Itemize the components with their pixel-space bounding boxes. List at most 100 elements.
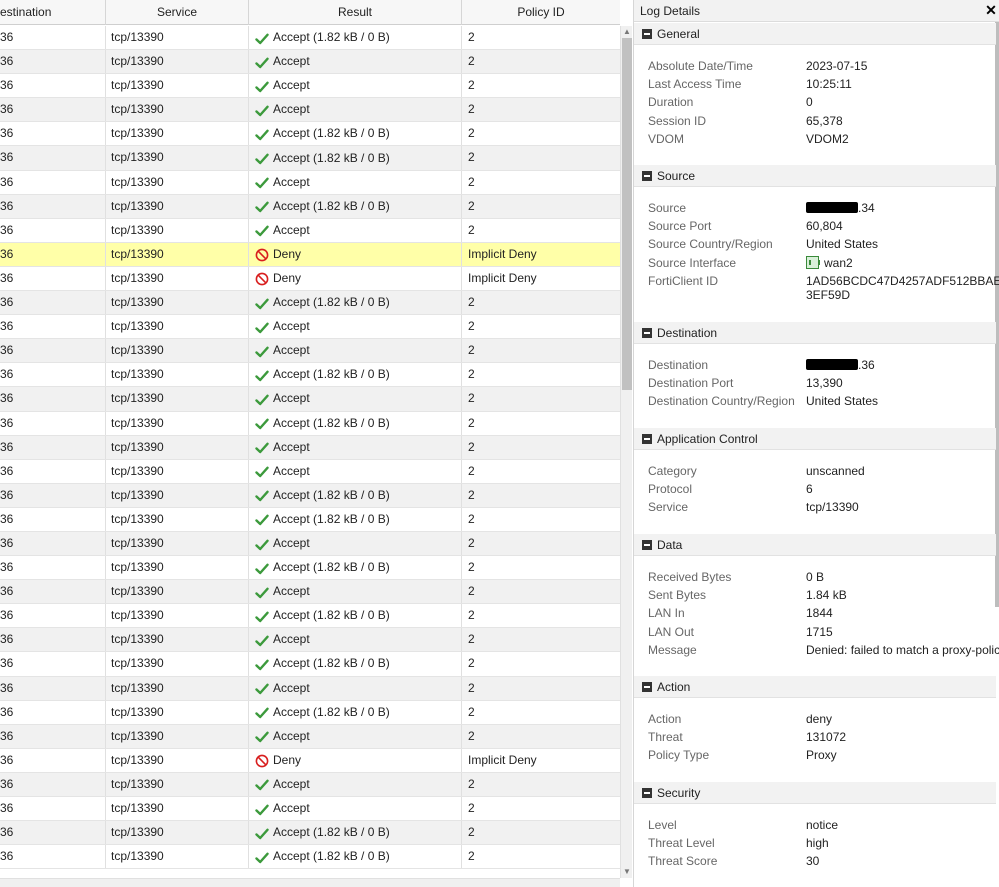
cell-service: tcp/13390: [106, 339, 249, 363]
section-header-destination[interactable]: Destination: [634, 322, 996, 344]
detail-value: United States: [806, 394, 879, 409]
column-header-destination[interactable]: estination: [0, 0, 106, 25]
collapse-icon[interactable]: [642, 171, 652, 181]
collapse-icon[interactable]: [642, 328, 652, 338]
cell-policy-id: Implicit Deny: [468, 270, 537, 285]
table-row[interactable]: 36 tcp/13390 Deny Implicit Deny: [0, 266, 620, 292]
section-header-application-control[interactable]: Application Control: [634, 428, 996, 450]
detail-row: Protocol 6: [634, 480, 996, 498]
collapse-icon[interactable]: [642, 434, 652, 444]
table-row[interactable]: 36 tcp/13390 Accept 2: [0, 724, 620, 749]
forticlient-id-line-1: 1AD56BCDC47D4257ADF512BBAE: [806, 273, 999, 288]
table-row[interactable]: 36 tcp/13390 Accept (1.82 kB / 0 B) 2: [0, 604, 620, 629]
table-row[interactable]: 36 tcp/13390 Accept (1.82 kB / 0 B) 2: [0, 652, 620, 677]
result-text: Accept (1.82 kB / 0 B): [273, 198, 390, 213]
result-text: Accept (1.82 kB / 0 B): [273, 367, 390, 382]
table-row[interactable]: 36 tcp/13390 Accept 2: [0, 74, 620, 99]
column-header-policy-id[interactable]: Policy ID: [462, 0, 620, 25]
detail-key: Threat: [648, 730, 683, 745]
scrollbar-thumb[interactable]: [622, 38, 632, 390]
close-icon[interactable]: ✕: [984, 2, 998, 18]
collapse-icon[interactable]: [642, 29, 652, 39]
table-row[interactable]: 36 tcp/13390 Accept 2: [0, 218, 620, 243]
cell-policy-id: 2: [468, 632, 475, 647]
cell-result: Accept (1.82 kB / 0 B): [249, 507, 462, 531]
table-vertical-scrollbar[interactable]: ▲ ▼: [620, 26, 632, 878]
cell-destination: 36: [0, 74, 106, 98]
table-row[interactable]: 36 tcp/13390 Accept 2: [0, 531, 620, 557]
table-row[interactable]: 36 tcp/13390 Accept 2: [0, 435, 620, 460]
table-row[interactable]: 36 tcp/13390 Accept (1.82 kB / 0 B) 2: [0, 821, 620, 846]
table-row[interactable]: 36 tcp/13390 Accept (1.82 kB / 0 B) 2: [0, 700, 620, 725]
result-text: Accept: [273, 54, 310, 69]
column-header-result[interactable]: Result: [249, 0, 462, 25]
table-row[interactable]: 36 tcp/13390 Accept (1.82 kB / 0 B) 2: [0, 556, 620, 581]
cell-service: tcp/13390: [106, 628, 249, 652]
table-row[interactable]: 36 tcp/13390 Accept (1.82 kB / 0 B) 2: [0, 411, 620, 436]
table-row[interactable]: 36 tcp/13390 Accept 2: [0, 170, 620, 195]
result-text: Accept (1.82 kB / 0 B): [273, 415, 390, 430]
section-application-control: Application Control Category unscanned Pro…: [634, 428, 996, 517]
detail-value: 2023-07-15: [806, 59, 868, 73]
table-horizontal-scrollbar[interactable]: [0, 878, 620, 887]
result-text: Accept: [273, 343, 310, 358]
table-row[interactable]: 36 tcp/13390 Deny Implicit Deny: [0, 242, 620, 267]
table-row[interactable]: 36 tcp/13390 Accept (1.82 kB / 0 B) 2: [0, 26, 620, 51]
section-header-source[interactable]: Source: [634, 165, 996, 187]
detail-row: Policy Type Proxy: [634, 746, 996, 764]
table-row[interactable]: 36 tcp/13390 Accept 2: [0, 797, 620, 822]
cell-policy-id: 2: [468, 319, 475, 334]
collapse-icon[interactable]: [642, 682, 652, 692]
table-row[interactable]: 36 tcp/13390 Accept (1.82 kB / 0 B) 2: [0, 122, 620, 147]
table-row[interactable]: 36 tcp/13390 Accept (1.82 kB / 0 B) 2: [0, 194, 620, 219]
table-row[interactable]: 36 tcp/13390 Accept (1.82 kB / 0 B) 2: [0, 291, 620, 316]
table-row[interactable]: 36 tcp/13390 Accept 2: [0, 315, 620, 340]
section-header-action[interactable]: Action: [634, 676, 996, 698]
table-row[interactable]: 36 tcp/13390 Accept 2: [0, 387, 620, 412]
section-title: Data: [657, 538, 683, 552]
result-text: Accept: [273, 391, 310, 406]
cell-result: Accept: [249, 387, 462, 411]
cell-policy-id: 2: [468, 463, 475, 478]
scroll-up-arrow-icon[interactable]: ▲: [621, 26, 633, 38]
table-row[interactable]: 36 tcp/13390 Accept (1.82 kB / 0 B) 2: [0, 363, 620, 388]
section-header-security[interactable]: Security: [634, 782, 996, 804]
column-header-service[interactable]: Service: [106, 0, 249, 25]
checkmark-icon: [255, 681, 269, 695]
checkmark-icon: [255, 561, 269, 575]
detail-key: Absolute Date/Time: [648, 59, 753, 73]
deny-circle-icon: [255, 247, 269, 262]
checkmark-icon: [255, 199, 269, 213]
table-row[interactable]: 36 tcp/13390 Accept (1.82 kB / 0 B) 2: [0, 507, 620, 532]
result-text: Accept: [273, 439, 310, 454]
section-header-data[interactable]: Data: [634, 534, 996, 556]
collapse-icon[interactable]: [642, 540, 652, 550]
cell-result: Accept: [249, 50, 462, 74]
table-row[interactable]: 36 tcp/13390 Accept 2: [0, 676, 620, 701]
detail-key: Received Bytes: [648, 570, 732, 584]
table-row[interactable]: 36 tcp/13390 Deny Implicit Deny: [0, 748, 620, 773]
table-row[interactable]: 36 tcp/13390 Accept 2: [0, 628, 620, 653]
table-row[interactable]: 36 tcp/13390 Accept 2: [0, 580, 620, 605]
detail-value: Proxy: [806, 748, 837, 763]
cell-result: Accept (1.82 kB / 0 B): [249, 700, 462, 724]
table-row[interactable]: 36 tcp/13390 Accept 2: [0, 98, 620, 123]
table-row[interactable]: 36 tcp/13390 Accept 2: [0, 772, 620, 797]
detail-key: Action: [648, 712, 682, 726]
collapse-icon[interactable]: [642, 788, 652, 798]
interface-name: wan2: [824, 255, 853, 270]
cell-result: Accept (1.82 kB / 0 B): [249, 363, 462, 387]
table-row[interactable]: 36 tcp/13390 Accept (1.82 kB / 0 B) 2: [0, 146, 620, 171]
cell-result: Accept (1.82 kB / 0 B): [249, 291, 462, 315]
section-destination: Destination Destination .36 Destination …: [634, 322, 996, 411]
table-row[interactable]: 36 tcp/13390 Accept 2: [0, 459, 620, 484]
table-row[interactable]: 36 tcp/13390 Accept 2: [0, 50, 620, 75]
section-source: Source Source .34 Source Port 60,804 Sourc…: [634, 165, 999, 302]
table-row[interactable]: 36 tcp/13390 Accept (1.82 kB / 0 B) 2: [0, 483, 620, 508]
cell-service: tcp/13390: [106, 748, 249, 772]
cell-service: tcp/13390: [106, 556, 249, 580]
section-header-general[interactable]: General: [634, 23, 996, 45]
table-row[interactable]: 36 tcp/13390 Accept 2: [0, 339, 620, 364]
scroll-down-arrow-icon[interactable]: ▼: [621, 866, 633, 878]
table-row[interactable]: 36 tcp/13390 Accept (1.82 kB / 0 B) 2: [0, 845, 620, 870]
